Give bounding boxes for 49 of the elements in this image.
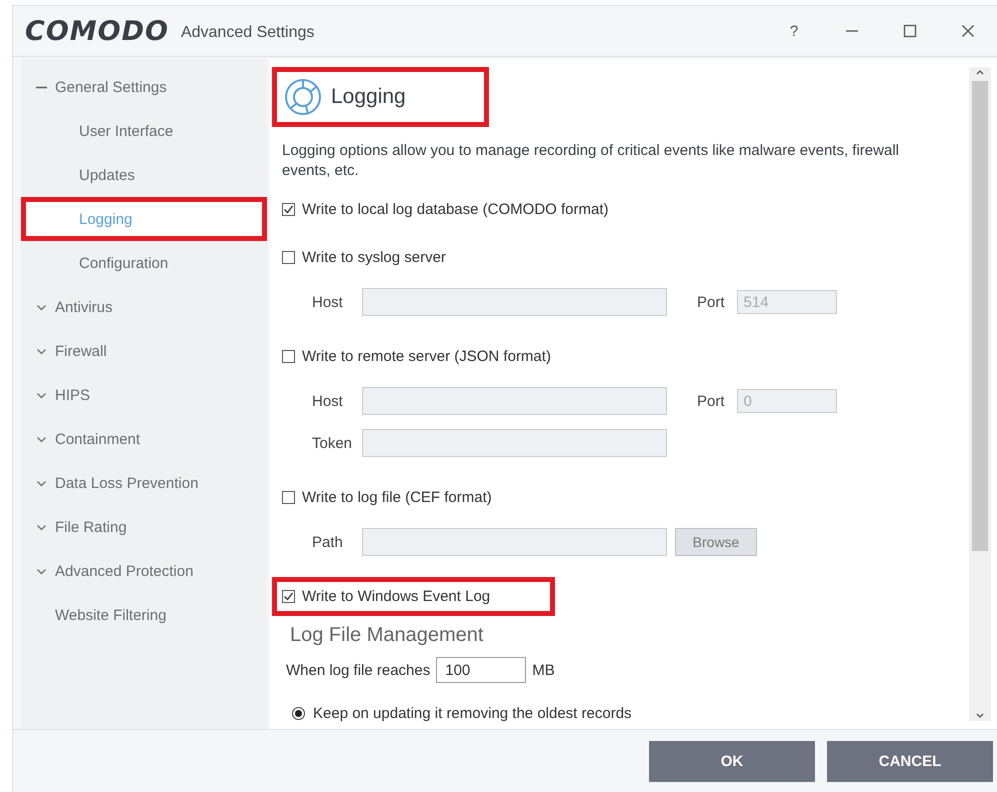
comodo-logo: COMODO bbox=[25, 16, 169, 46]
sidebar-item[interactable]: User Interface bbox=[21, 109, 267, 153]
sidebar-item[interactable]: Updates bbox=[21, 153, 267, 197]
maximize-icon bbox=[903, 24, 917, 38]
field-label: Port bbox=[697, 392, 725, 410]
checkbox-option[interactable]: Write to local log database (COMODO format) bbox=[272, 190, 674, 229]
window-title: Advanced Settings bbox=[180, 24, 314, 42]
checkmark-icon bbox=[283, 204, 294, 215]
checkbox-option[interactable]: Write to log file (CEF format) bbox=[272, 478, 557, 517]
sidebar-item[interactable]: Firewall bbox=[21, 329, 267, 373]
checkbox-option[interactable]: Write to Windows Event Log bbox=[272, 577, 556, 616]
sidebar-item[interactable]: File Rating bbox=[21, 505, 267, 549]
sidebar-item[interactable]: General Settings bbox=[21, 65, 267, 109]
section-heading: Log File Management bbox=[290, 624, 484, 647]
scrollbar-thumb[interactable] bbox=[972, 81, 988, 551]
sidebar-item[interactable]: Containment bbox=[21, 417, 267, 461]
field-label: Token bbox=[312, 434, 354, 452]
checkbox-option[interactable]: Write to syslog server bbox=[272, 238, 511, 277]
sidebar-item[interactable]: Data Loss Prevention bbox=[21, 461, 267, 505]
checkmark-icon bbox=[283, 591, 294, 602]
sidebar-item[interactable]: Logging bbox=[21, 197, 267, 241]
dialog-button[interactable]: CANCEL bbox=[827, 741, 993, 782]
sidebar-item[interactable]: Advanced Protection bbox=[21, 549, 267, 593]
sidebar-item[interactable]: Antivirus bbox=[21, 285, 267, 329]
checkbox[interactable] bbox=[282, 251, 295, 264]
help-button[interactable]: ? bbox=[765, 11, 823, 51]
dialog-button[interactable]: OK bbox=[649, 741, 815, 782]
page-heading: Logging bbox=[331, 85, 406, 109]
radio-option[interactable]: Keep on updating it removing the oldest records bbox=[292, 705, 632, 722]
field-label: Path bbox=[312, 534, 344, 550]
sidebar-item[interactable]: Website Filtering bbox=[21, 593, 267, 637]
checkbox[interactable] bbox=[282, 590, 295, 603]
description-text: Logging options allow you to manage recording of critical events like malware events, firewall events, etc. bbox=[282, 141, 900, 181]
field-label: Port bbox=[697, 294, 725, 310]
checkbox[interactable] bbox=[282, 350, 295, 363]
unit-label: MB bbox=[532, 662, 555, 678]
field-label: Host bbox=[312, 294, 344, 310]
checkbox[interactable] bbox=[282, 491, 295, 504]
radio-button[interactable] bbox=[292, 707, 305, 720]
sidebar-item[interactable]: Configuration bbox=[21, 241, 267, 285]
logging-icon bbox=[283, 77, 323, 117]
field-label: Host bbox=[312, 392, 344, 410]
close-icon bbox=[961, 24, 975, 38]
checkbox-option[interactable]: Write to remote server (JSON format) bbox=[272, 337, 616, 376]
scrollbar[interactable] bbox=[969, 67, 991, 721]
sidebar-item[interactable]: HIPS bbox=[21, 373, 267, 417]
checkbox[interactable] bbox=[282, 203, 295, 216]
field-label: When log file reaches bbox=[286, 662, 430, 678]
size-field[interactable]: 100 bbox=[436, 657, 526, 683]
